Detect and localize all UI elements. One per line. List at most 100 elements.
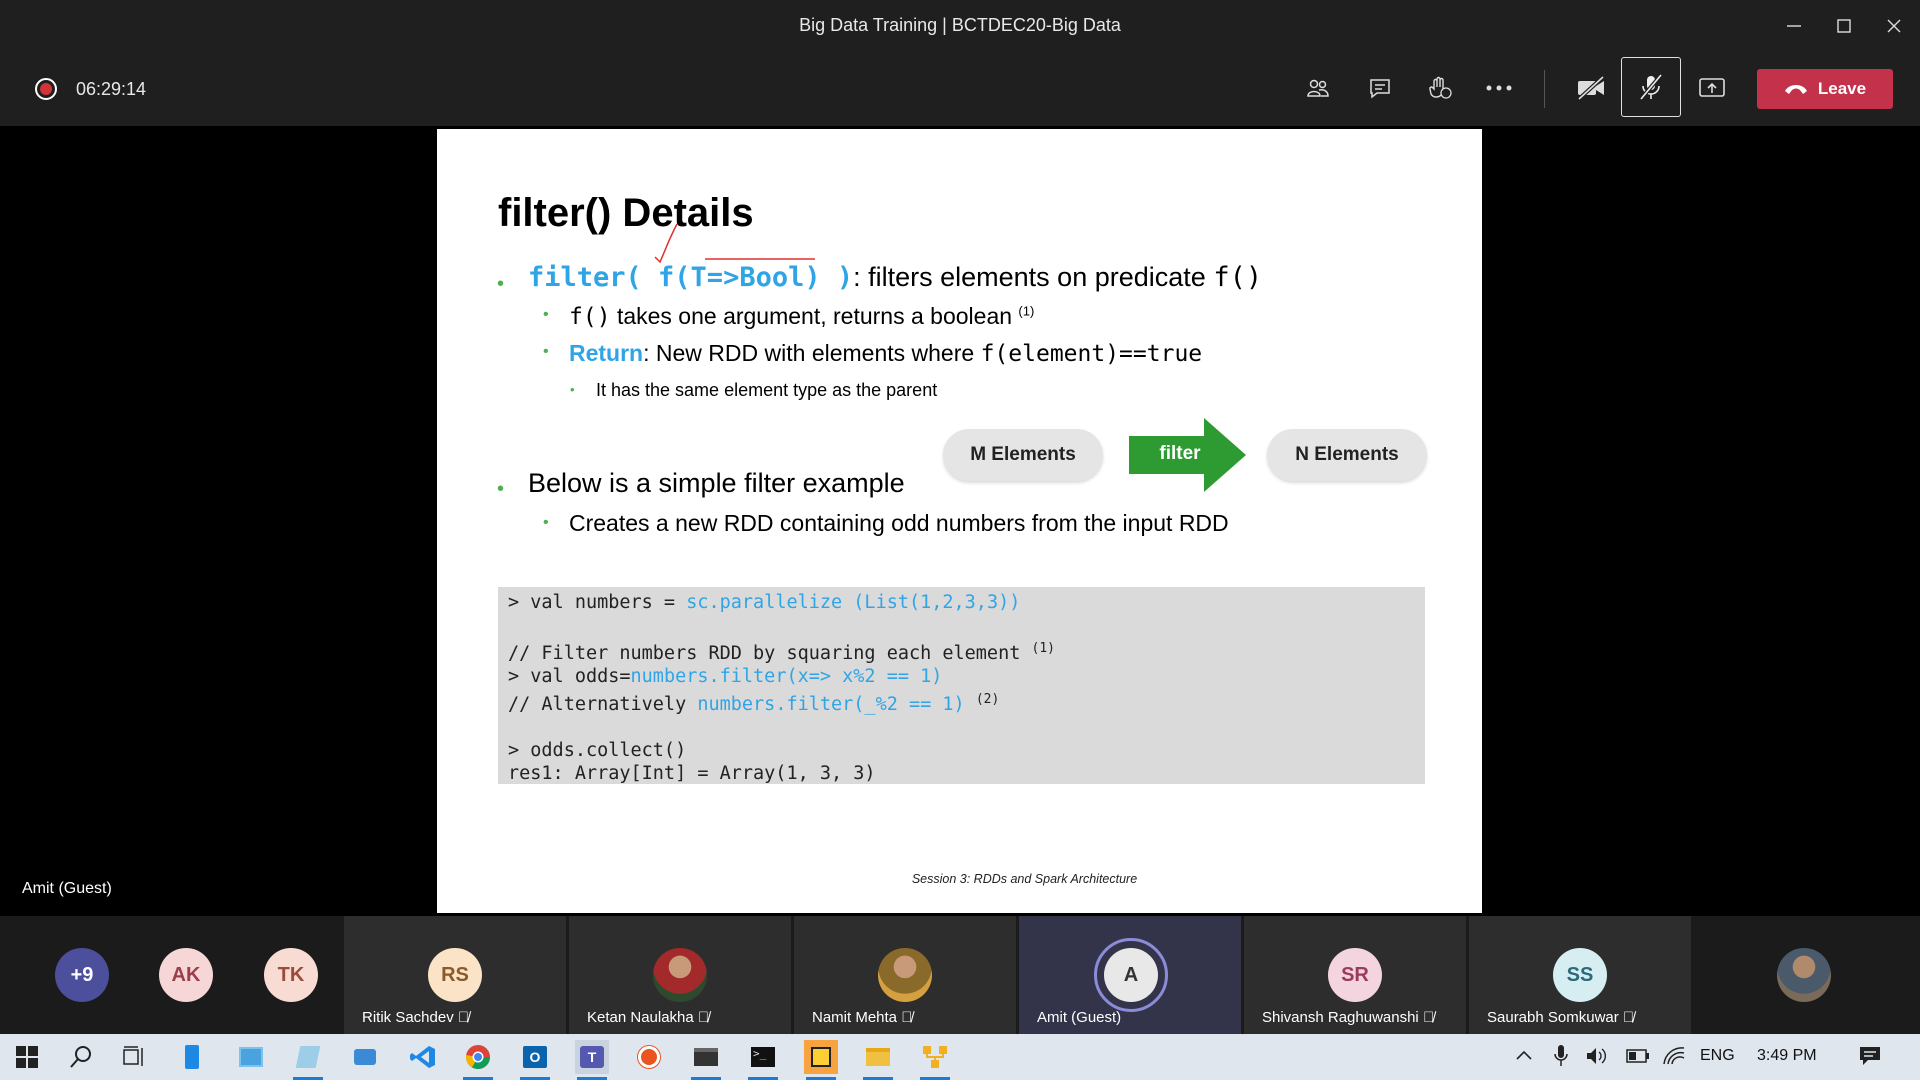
- chat-button[interactable]: [1356, 64, 1404, 112]
- participant-tile[interactable]: Ketan Naulakha 🎙̸: [569, 916, 791, 1034]
- maximize-button[interactable]: [1824, 6, 1864, 46]
- bullet-odd-numbers: Creates a new RDD containing odd numbers…: [569, 510, 1229, 536]
- action-center-button[interactable]: [1859, 1046, 1881, 1071]
- taskbar-app-teams[interactable]: T: [575, 1040, 609, 1080]
- mic-off-icon: 🎙̸: [697, 1009, 710, 1026]
- clock[interactable]: 3:49 PM: [1757, 1047, 1817, 1065]
- search-button[interactable]: [64, 1040, 98, 1074]
- mic-off-icon: 🎙̸: [457, 1009, 470, 1026]
- presenter-name: Amit (Guest): [22, 880, 112, 897]
- taskbar-app-notepad[interactable]: [291, 1040, 325, 1080]
- taskbar-app-network[interactable]: [918, 1040, 952, 1080]
- bullet-takes-one-arg: f() takes one argument, returns a boolea…: [569, 303, 1034, 330]
- camera-toggle-button[interactable]: [1567, 64, 1615, 112]
- participant-name: Shivansh Raghuwanshi 🎙̸: [1262, 1009, 1435, 1026]
- share-screen-button[interactable]: [1688, 64, 1736, 112]
- bullet-same-type: It has the same element type as the pare…: [596, 380, 938, 400]
- participants-button[interactable]: [1294, 64, 1342, 112]
- leave-button[interactable]: Leave: [1757, 69, 1893, 109]
- task-view-button[interactable]: [117, 1040, 151, 1074]
- folder-icon: [866, 1048, 890, 1066]
- minimize-button[interactable]: [1774, 6, 1814, 46]
- taskbar-app-sticky-notes[interactable]: [804, 1040, 838, 1080]
- taskbar-app-vscode[interactable]: [406, 1040, 440, 1074]
- avatar[interactable]: AK: [159, 948, 213, 1002]
- chrome-icon: [466, 1045, 490, 1070]
- footnote-ref: (1): [1031, 641, 1055, 656]
- avatar-photo: [878, 948, 932, 1002]
- meeting-timer: 06:29:14: [76, 79, 147, 99]
- mic-off-icon: 🎙̸: [1622, 1009, 1635, 1026]
- code-highlight: numbers.filter(x=> x%2 == 1): [630, 666, 943, 688]
- participant-tile[interactable]: Namit Mehta 🎙̸: [794, 916, 1016, 1034]
- avatar: A: [1104, 948, 1158, 1002]
- avatar[interactable]: TK: [264, 948, 318, 1002]
- code-text: > odds.collect(): [508, 740, 687, 762]
- filter-predicate: f(): [1213, 262, 1263, 293]
- chevron-up-icon: [1516, 1050, 1532, 1060]
- m-elements-pill: M Elements: [943, 429, 1103, 481]
- close-button[interactable]: [1874, 6, 1914, 46]
- wifi-tray-icon[interactable]: [1662, 1047, 1686, 1070]
- avatar: SR: [1328, 948, 1382, 1002]
- n-elements-pill: N Elements: [1267, 429, 1427, 481]
- return-description: : New RDD with elements where: [643, 340, 981, 366]
- taskbar-app-phone[interactable]: [175, 1040, 209, 1074]
- vscode-icon: [410, 1046, 435, 1068]
- footnote-ref: (1): [1018, 303, 1035, 319]
- windows-taskbar: O T >_ ENG 3:49 PM: [0, 1034, 1920, 1080]
- bullet-icon: •: [543, 514, 549, 531]
- language-indicator[interactable]: ENG: [1700, 1047, 1735, 1065]
- code-line: > odds.collect(): [508, 739, 1415, 762]
- maximize-icon: [1837, 19, 1851, 33]
- bullet-icon: •: [570, 382, 575, 397]
- participant-tile[interactable]: SS Saurabh Somkuwar 🎙̸: [1469, 916, 1691, 1034]
- teams-icon: T: [580, 1046, 604, 1068]
- hang-up-icon: [1784, 85, 1807, 94]
- code-text: > val odds=: [508, 666, 631, 688]
- bullet-simple-example: Below is a simple filter example: [528, 468, 905, 498]
- toolbar-divider: [1544, 70, 1545, 108]
- taskbar-app-terminal[interactable]: [689, 1040, 723, 1080]
- taskbar-app-outlook[interactable]: O: [518, 1040, 552, 1080]
- camera-off-icon: [1577, 75, 1605, 101]
- taskbar-app-remote[interactable]: [348, 1040, 382, 1074]
- show-hidden-icons-button[interactable]: [1516, 1047, 1532, 1065]
- outlook-icon: O: [523, 1046, 547, 1068]
- code-line: > val odds=numbers.filter(x=> x%2 == 1): [508, 665, 1415, 688]
- notifications-icon: [1860, 1047, 1880, 1065]
- avatar: SS: [1553, 948, 1607, 1002]
- reactions-button[interactable]: [1416, 64, 1464, 112]
- avatar-photo[interactable]: [1777, 948, 1831, 1002]
- mic-toggle-button[interactable]: [1621, 57, 1681, 117]
- taskbar-app-control-panel[interactable]: [234, 1040, 268, 1074]
- footnote-ref: (2): [975, 692, 1000, 708]
- code-line: // Filter numbers RDD by squaring each e…: [508, 637, 1415, 665]
- participant-tile[interactable]: RS Ritik Sachdev 🎙̸: [344, 916, 566, 1034]
- ubuntu-icon: [638, 1046, 660, 1068]
- overflow-participants-avatar[interactable]: +9: [55, 948, 109, 1002]
- control-panel-icon: [239, 1047, 263, 1067]
- code-text: res1: Array[Int] = Array(1, 3, 3): [508, 763, 876, 785]
- console-icon: >_: [751, 1047, 775, 1067]
- taskbar-app-console[interactable]: >_: [746, 1040, 780, 1080]
- task-view-icon: [123, 1046, 143, 1066]
- code-highlight: numbers.filter(_%2 == 1): [697, 694, 965, 716]
- presentation-slide: filter() Details • filter( f(T=>Bool) ):…: [437, 129, 1482, 913]
- recording-icon: [35, 78, 57, 100]
- microphone-tray-icon[interactable]: [1554, 1044, 1568, 1073]
- filter-signature: filter( f(T=>Bool) ): [528, 262, 854, 293]
- taskbar-app-file-explorer[interactable]: [861, 1040, 895, 1080]
- people-icon: [1307, 79, 1329, 97]
- volume-tray-icon[interactable]: [1586, 1047, 1610, 1070]
- battery-tray-icon[interactable]: [1626, 1049, 1650, 1068]
- filter-arrow-label: filter: [1159, 443, 1201, 464]
- bullet-icon: •: [497, 478, 505, 500]
- taskbar-app-chrome[interactable]: [461, 1040, 495, 1080]
- participant-tile[interactable]: A Amit (Guest): [1019, 916, 1241, 1034]
- taskbar-app-ubuntu[interactable]: [632, 1040, 666, 1074]
- participant-tile[interactable]: SR Shivansh Raghuwanshi 🎙̸: [1244, 916, 1466, 1034]
- start-button[interactable]: [10, 1040, 44, 1074]
- code-line: > val numbers = sc.parallelize (List(1,2…: [508, 591, 1415, 614]
- more-actions-button[interactable]: [1475, 64, 1523, 112]
